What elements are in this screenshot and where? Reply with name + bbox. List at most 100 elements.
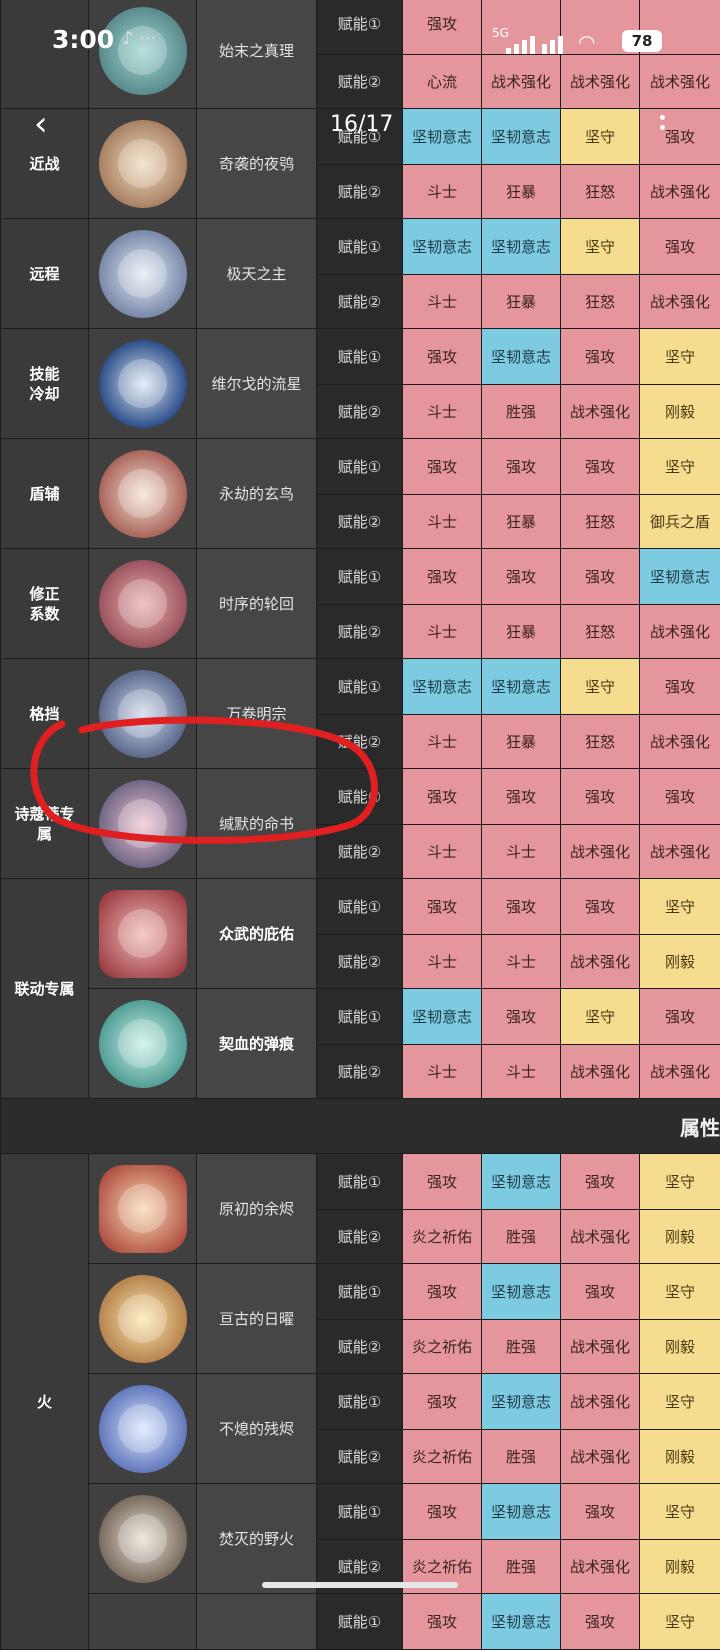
stat-cell: 斗士	[403, 385, 482, 439]
stat-cell: 坚韧意志	[403, 659, 482, 715]
stat-cell: 战术强化	[640, 1045, 720, 1099]
flame-emblem-icon	[99, 1165, 187, 1253]
stat-cell: 坚守	[561, 109, 640, 165]
relic-name: 契血的弹痕	[197, 989, 317, 1099]
stat-cell: 坚韧意志	[482, 1594, 561, 1650]
stat-cell: 狂怒	[561, 715, 640, 769]
stat-cell: 强攻	[561, 879, 640, 935]
stat-cell: 战术强化	[640, 275, 720, 329]
icon-cell	[89, 109, 197, 219]
stat-cell: 斗士	[403, 165, 482, 219]
relic-name: 永劫的玄鸟	[197, 439, 317, 549]
slot-label: 赋能①	[317, 1154, 403, 1210]
category-cell: 盾辅	[1, 439, 89, 549]
blue-flame-emblem-icon	[99, 1385, 187, 1473]
home-indicator[interactable]	[262, 1582, 458, 1588]
slot-label: 赋能①	[317, 439, 403, 495]
stat-cell: 坚守	[640, 329, 720, 385]
dragon-emblem-icon	[99, 230, 187, 318]
stat-cell: 坚守	[640, 1154, 720, 1210]
stat-cell: 强攻	[561, 329, 640, 385]
stat-cell: 狂暴	[482, 165, 561, 219]
slot-label: 赋能①	[317, 329, 403, 385]
back-button[interactable]: ‹	[34, 104, 48, 144]
stat-cell: 坚韧意志	[482, 1264, 561, 1320]
slot-label: 赋能②	[317, 935, 403, 989]
stat-cell: 炎之祈佑	[403, 1430, 482, 1484]
icon-cell	[89, 1264, 197, 1374]
more-options-icon[interactable]	[660, 110, 670, 135]
stat-cell: 胜强	[482, 1540, 561, 1594]
slot-label: 赋能②	[317, 165, 403, 219]
stat-cell: 狂暴	[482, 495, 561, 549]
slot-label: 赋能②	[317, 275, 403, 329]
clock-emblem-icon	[99, 560, 187, 648]
stat-cell: 坚韧意志	[403, 219, 482, 275]
stat-cell: 强攻	[403, 1374, 482, 1430]
stat-cell: 斗士	[403, 495, 482, 549]
slot-label: 赋能②	[317, 1045, 403, 1099]
stat-cell: 强攻	[561, 439, 640, 495]
relic-name: 极天之主	[197, 219, 317, 329]
owl-emblem-icon	[99, 120, 187, 208]
stat-cell: 战术强化	[640, 605, 720, 659]
stat-cell: 战术强化	[561, 1540, 640, 1594]
stat-cell: 强攻	[561, 549, 640, 605]
stat-cell: 强攻	[640, 769, 720, 825]
icon-cell	[89, 219, 197, 329]
stat-cell: 战术强化	[561, 1320, 640, 1374]
stat-cell: 斗士	[482, 1045, 561, 1099]
stat-cell: 刚毅	[640, 935, 720, 989]
stat-cell: 坚韧意志	[482, 1484, 561, 1540]
stat-cell: 强攻	[403, 439, 482, 495]
stat-cell: 强攻	[561, 769, 640, 825]
stat-cell: 斗士	[482, 935, 561, 989]
slot-label: 赋能②	[317, 1210, 403, 1264]
stat-cell: 强攻	[640, 219, 720, 275]
stat-cell: 战术强化	[640, 825, 720, 879]
stat-cell: 坚守	[640, 1374, 720, 1430]
table-row: 火 原初的余烬 赋能① 强攻 坚韧意志 强攻 坚守	[1, 1154, 720, 1210]
stat-cell: 战术强化	[640, 165, 720, 219]
slot-label: 赋能①	[317, 659, 403, 715]
stat-cell: 强攻	[403, 1594, 482, 1650]
relic-name: 维尔戈的流星	[197, 329, 317, 439]
signal-bars-icon	[506, 34, 566, 54]
phoenix-emblem-icon	[99, 450, 187, 538]
slot-label: 赋能②	[317, 1320, 403, 1374]
cross-emblem-icon	[99, 1000, 187, 1088]
stat-cell: 斗士	[403, 715, 482, 769]
slot-label: 赋能②	[317, 1430, 403, 1484]
relic-name: 奇袭的夜鸮	[197, 109, 317, 219]
stat-cell: 斗士	[403, 1045, 482, 1099]
relic-name: 焚灭的野火	[197, 1484, 317, 1594]
stat-cell: 狂暴	[482, 605, 561, 659]
stat-cell: 炎之祈佑	[403, 1210, 482, 1264]
notification-icons: ♪ ···	[122, 28, 156, 49]
icon-cell	[89, 1594, 197, 1650]
stat-cell: 强攻	[561, 1484, 640, 1540]
stat-cell: 坚韧意志	[403, 109, 482, 165]
stat-cell: 坚韧意志	[482, 1154, 561, 1210]
icon-cell	[89, 1484, 197, 1594]
slot-label: 赋能①	[317, 989, 403, 1045]
slot-label: 赋能①	[317, 219, 403, 275]
status-time: 3:00	[52, 25, 114, 54]
crossed-swords-emblem-icon	[99, 890, 187, 978]
icon-cell	[89, 879, 197, 989]
stat-cell: 狂暴	[482, 275, 561, 329]
icon-cell	[89, 439, 197, 549]
slot-label: 赋能①	[317, 1374, 403, 1430]
stat-cell: 狂怒	[561, 165, 640, 219]
relic-name: 众武的庇佑	[197, 879, 317, 989]
stat-cell: 坚韧意志	[482, 659, 561, 715]
relic-name: 亘古的日曜	[197, 1264, 317, 1374]
stat-cell: 胜强	[482, 1430, 561, 1484]
stat-cell: 战术强化	[640, 715, 720, 769]
stat-cell: 强攻	[561, 1264, 640, 1320]
status-bar: 3:00 ♪ ··· 5G ◠ 78	[0, 0, 720, 80]
stat-cell: 战术强化	[561, 385, 640, 439]
stat-cell: 战术强化	[561, 1374, 640, 1430]
stat-cell: 坚韧意志	[482, 329, 561, 385]
relic-name: 原初的余烬	[197, 1154, 317, 1264]
